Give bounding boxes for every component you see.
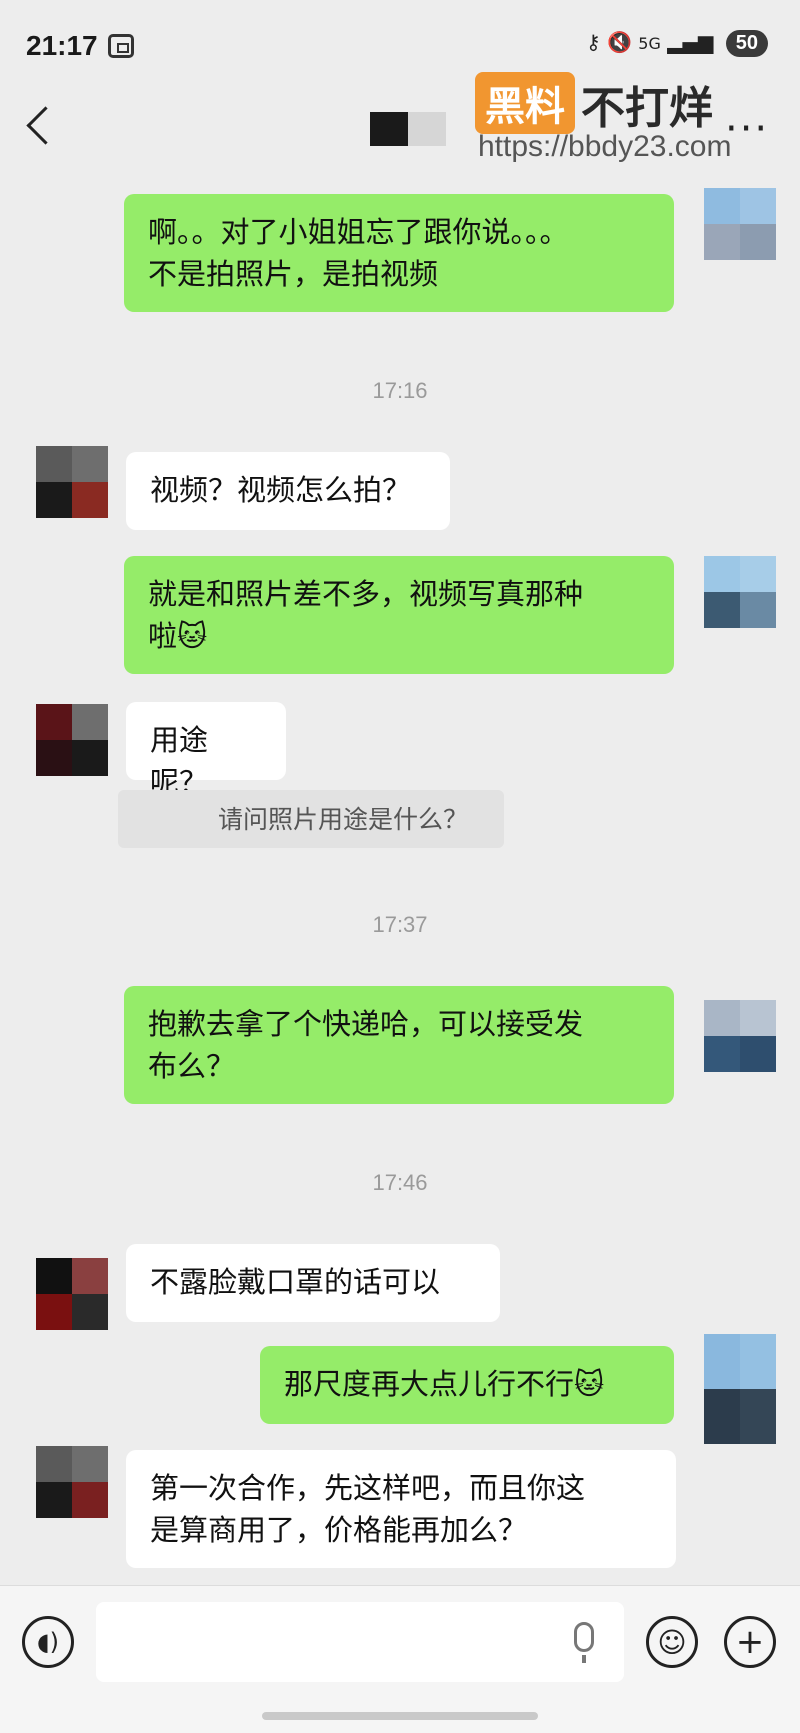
quoted-message[interactable]: 请问照片用途是什么？ xyxy=(118,790,504,848)
key-icon: ⚷ xyxy=(586,30,601,54)
message-line: 是算商用了，价格能再加么？ xyxy=(150,1513,528,1547)
avatar-contact[interactable] xyxy=(36,446,108,518)
message-bubble-sent[interactable]: 啊。。对了小姐姐忘了跟你说。。。 不是拍照片，是拍视频 xyxy=(124,194,674,312)
message-line: 啊。。对了小姐姐忘了跟你说。。。 xyxy=(148,215,569,249)
avatar-self[interactable] xyxy=(704,556,776,628)
message-bubble-received[interactable]: 不露脸戴口罩的话可以 xyxy=(126,1244,500,1322)
contact-name-blurred xyxy=(370,112,446,146)
more-options-button[interactable]: ··· xyxy=(725,106,769,152)
status-time: 21:17 xyxy=(26,30,98,61)
signal-icon: ▂▄▆ xyxy=(667,30,714,54)
message-line: 抱歉去拿了个快递哈，可以接受发 xyxy=(148,1007,584,1041)
watermark-text: 不打烊 xyxy=(581,83,713,134)
avatar-contact[interactable] xyxy=(36,704,108,776)
timestamp: 17:16 xyxy=(372,378,428,403)
message-bubble-received[interactable]: 用途呢？ xyxy=(126,702,286,799)
message-bubble-sent[interactable]: 抱歉去拿了个快递哈，可以接受发 布么？ xyxy=(124,986,674,1104)
voice-icon[interactable]: ◖) xyxy=(22,1616,74,1668)
plus-icon[interactable]: + xyxy=(724,1616,776,1668)
timestamp: 17:46 xyxy=(372,1170,428,1195)
watermark-badge: 黑料 xyxy=(475,72,575,134)
emoji-icon[interactable]: ☺ xyxy=(646,1616,698,1668)
avatar-self[interactable] xyxy=(704,188,776,260)
mic-icon[interactable] xyxy=(574,1622,594,1663)
message-line: 啦🐱 xyxy=(148,619,208,653)
network-label: 5G xyxy=(638,34,661,53)
message-bubble-received[interactable]: 视频？视频怎么拍？ xyxy=(126,452,450,530)
message-line: 不露脸戴口罩的话可以 xyxy=(150,1265,441,1299)
message-bubble-sent[interactable]: 就是和照片差不多，视频写真那种 啦🐱 xyxy=(124,556,674,674)
message-bubble-received[interactable]: 第一次合作，先这样吧，而且你这 是算商用了，价格能再加么？ xyxy=(126,1450,676,1568)
message-bubble-sent[interactable]: 那尺度再大点儿行不行🐱 xyxy=(260,1346,674,1424)
message-line: 布么？ xyxy=(148,1049,236,1083)
message-line: 第一次合作，先这样吧，而且你这 xyxy=(150,1471,586,1505)
back-arrow-icon[interactable] xyxy=(26,106,65,145)
battery-indicator: 50 xyxy=(725,30,768,57)
message-line: 就是和照片差不多，视频写真那种 xyxy=(148,577,584,611)
screenshot-icon xyxy=(108,34,134,58)
avatar-self[interactable] xyxy=(704,1000,776,1072)
avatar-self[interactable] xyxy=(704,1334,776,1444)
avatar-contact[interactable] xyxy=(36,1258,108,1330)
home-indicator[interactable] xyxy=(262,1712,538,1720)
avatar-contact[interactable] xyxy=(36,1446,108,1518)
mute-icon: 🔇 xyxy=(607,30,632,54)
message-line: 不是拍照片，是拍视频 xyxy=(148,257,439,291)
message-line: 视频？视频怎么拍？ xyxy=(150,473,412,507)
timestamp: 17:37 xyxy=(372,912,428,937)
watermark-logo: 黑料 不打烊 xyxy=(475,72,713,136)
message-line: 那尺度再大点儿行不行🐱 xyxy=(284,1367,605,1401)
status-icons: ⚷ 🔇 5G ▂▄▆ 50 xyxy=(586,30,768,57)
message-input[interactable] xyxy=(96,1602,624,1682)
watermark-url: https://bbdy23.com xyxy=(478,130,732,163)
